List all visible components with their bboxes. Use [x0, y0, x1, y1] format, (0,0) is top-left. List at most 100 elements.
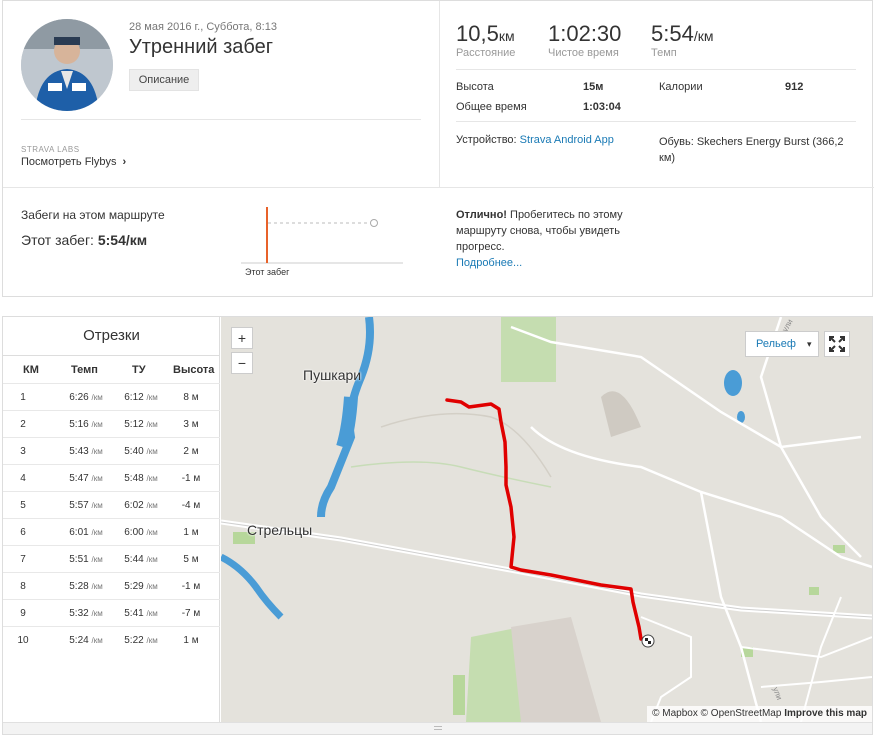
strava-labs-label: STRAVA LABS: [21, 145, 80, 154]
table-row: 3 5:43 /км 5:40 /км 2 м: [3, 437, 220, 464]
map-layer-select[interactable]: Рельеф ▾: [745, 331, 819, 357]
split-elevation: 3 м: [183, 419, 199, 430]
split-gap: 5:22 /км: [124, 635, 158, 646]
description-button[interactable]: Описание: [129, 69, 199, 91]
map-label-pushkari: Пушкари: [303, 367, 362, 383]
table-row: 1 6:26 /км 6:12 /км 8 м: [3, 383, 220, 410]
split-pace: 5:16 /км: [69, 419, 103, 430]
route-message: Отлично! Пробегитесь по этому маршруту с…: [456, 207, 646, 255]
osm-attribution-link[interactable]: © OpenStreetMap: [701, 708, 782, 719]
map-attribution: © Mapbox © OpenStreetMap Improve this ma…: [647, 706, 872, 722]
stat-moving-time: 1:02:30 Чистое время: [548, 21, 621, 59]
split-elevation: 8 м: [183, 392, 199, 403]
split-elevation: -1 м: [181, 473, 201, 484]
athlete-avatar[interactable]: [21, 19, 113, 111]
splits-and-map-card: Отрезки КМ Темп ТУ Высота 1 6:26 /км 6:12 …: [2, 316, 873, 735]
column-km: КМ: [23, 364, 39, 376]
split-km: 3: [20, 446, 26, 457]
calories-value: 912: [785, 81, 804, 93]
split-elevation: -7 м: [181, 608, 201, 619]
table-row: 9 5:32 /км 5:41 /км -7 м: [3, 599, 220, 626]
river: [336, 396, 358, 450]
split-elevation: -1 м: [181, 581, 201, 592]
column-elevation: Высота: [173, 364, 215, 376]
table-row: 4 5:47 /км 5:48 /км -1 м: [3, 464, 220, 491]
horizontal-divider: [3, 187, 874, 188]
split-elevation: 1 м: [183, 527, 199, 538]
route-comparison-chart: [241, 205, 403, 267]
split-gap: 5:40 /км: [124, 446, 158, 457]
split-elevation: -4 м: [181, 500, 201, 511]
finish-flag-icon: [641, 634, 655, 648]
this-run-label: Этот забег:: [21, 232, 94, 248]
flybys-link[interactable]: Посмотреть Flybys ›: [21, 156, 126, 168]
this-run-value: 5:54/км: [97, 232, 148, 248]
distance-value: 10,5: [456, 21, 499, 46]
map-resize-handle[interactable]: [3, 722, 872, 734]
zoom-out-button[interactable]: −: [231, 352, 253, 374]
park-area: [809, 587, 819, 595]
split-elevation: 5 м: [183, 554, 199, 565]
split-gap: 6:12 /км: [124, 392, 158, 403]
mapbox-attribution-link[interactable]: © Mapbox: [652, 708, 698, 719]
moving-time-label: Чистое время: [548, 47, 619, 59]
table-row: 7 5:51 /км 5:44 /км 5 м: [3, 545, 220, 572]
elevation-label: Высота: [456, 81, 494, 93]
column-gap: ТУ: [132, 364, 146, 376]
park-area: [453, 675, 465, 715]
elevation-value: 15м: [583, 81, 604, 93]
pace-value: 5:54: [651, 21, 694, 46]
distance-label: Расстояние: [456, 47, 516, 59]
split-km: 6: [20, 527, 26, 538]
split-pace: 5:51 /км: [69, 554, 103, 565]
split-pace: 5:28 /км: [69, 581, 103, 592]
distance-unit: км: [498, 28, 515, 44]
fullscreen-icon: [829, 336, 845, 352]
activity-summary-card: 28 мая 2016 г., Суббота, 8:13 Утренний з…: [2, 0, 874, 297]
fullscreen-button[interactable]: [824, 331, 850, 357]
splits-title: Отрезки: [83, 327, 140, 344]
table-row: 5 5:57 /км 6:02 /км -4 м: [3, 491, 220, 518]
split-pace: 6:01 /км: [69, 527, 103, 538]
split-elevation: 2 м: [183, 446, 199, 457]
split-km: 8: [20, 581, 26, 592]
moving-time-value: 1:02:30: [548, 21, 622, 46]
this-run-summary: Этот забег: 5:54/км: [21, 232, 147, 248]
split-pace: 5:24 /км: [69, 635, 103, 646]
column-pace: Темп: [71, 364, 98, 376]
activity-date: 28 мая 2016 г., Суббота, 8:13: [129, 21, 277, 33]
chart-caption: Этот забег: [245, 267, 290, 277]
map-layer-label: Рельеф: [756, 338, 796, 350]
table-row: 2 5:16 /км 5:12 /км 3 м: [3, 410, 220, 437]
calories-label: Калории: [659, 81, 703, 93]
route-map[interactable]: Пушкари Стрельцы ули ули + − Рельеф ▾ © …: [221, 317, 872, 722]
split-km: 9: [20, 608, 26, 619]
table-row: 8 5:28 /км 5:29 /км -1 м: [3, 572, 220, 599]
elapsed-time-label: Общее время: [456, 101, 527, 113]
chevron-right-icon: ›: [122, 156, 127, 168]
elapsed-time-value: 1:03:04: [583, 101, 621, 113]
device-link[interactable]: Strava Android App: [520, 134, 614, 146]
split-km: 2: [20, 419, 26, 430]
split-km: 7: [20, 554, 26, 565]
split-gap: 5:29 /км: [124, 581, 158, 592]
improve-map-link[interactable]: Improve this map: [784, 708, 867, 719]
split-km: 4: [20, 473, 26, 484]
shoes-info: Обувь: Skechers Energy Burst (366,2 км): [659, 134, 849, 166]
split-elevation: 1 м: [183, 635, 199, 646]
park-area: [501, 317, 556, 382]
zoom-in-button[interactable]: +: [231, 327, 253, 349]
split-pace: 5:32 /км: [69, 608, 103, 619]
more-link[interactable]: Подробнее...: [456, 257, 522, 269]
table-row: 6 6:01 /км 6:00 /км 1 м: [3, 518, 220, 545]
map-label-streltsy: Стрельцы: [247, 522, 313, 538]
table-row: 10 5:24 /км 5:22 /км 1 м: [3, 626, 220, 653]
split-km: 5: [20, 500, 26, 511]
divider: [21, 119, 421, 120]
route-heading: Забеги на этом маршруте: [21, 208, 165, 222]
message-bold: Отлично!: [456, 209, 507, 221]
activity-title: Утренний забег: [129, 36, 274, 58]
split-km: 10: [17, 635, 29, 646]
split-gap: 6:00 /км: [124, 527, 158, 538]
split-pace: 5:47 /км: [69, 473, 103, 484]
